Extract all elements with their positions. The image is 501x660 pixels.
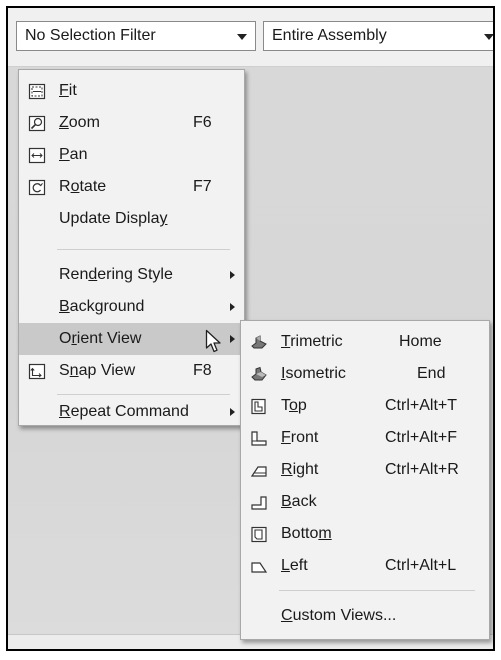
submenu-item-shortcut: Ctrl+Alt+L [385, 557, 457, 574]
menu-item-zoom[interactable]: Zoom F6 [19, 107, 244, 139]
submenu-item-label: Front [281, 429, 319, 446]
menu-item-shortcut: F7 [193, 178, 212, 195]
fit-icon [28, 83, 46, 100]
left-view-icon [250, 558, 268, 575]
bottom-view-icon [250, 526, 268, 543]
menu-item-repeat-command[interactable]: Repeat Command [19, 396, 244, 428]
submenu-item-front[interactable]: Front Ctrl+Alt+F [241, 422, 489, 454]
back-view-icon [250, 494, 268, 511]
menu-item-shortcut: F6 [193, 114, 212, 131]
submenu-item-label: Bottom [281, 525, 332, 542]
submenu-item-bottom[interactable]: Bottom [241, 518, 489, 550]
menu-item-background[interactable]: Background [19, 291, 244, 323]
submenu-item-shortcut: Ctrl+Alt+R [385, 461, 459, 478]
selection-filter-dropdown[interactable]: No Selection Filter [16, 21, 256, 51]
zoom-icon [28, 115, 46, 132]
submenu-arrow-icon [230, 271, 235, 279]
submenu-arrow-icon [230, 335, 235, 343]
menu-item-label: Fit [59, 82, 77, 99]
menu-separator [57, 249, 230, 250]
menu-item-label: Repeat Command [59, 403, 189, 420]
submenu-item-label: Isometric [281, 365, 346, 382]
front-view-icon [250, 430, 268, 447]
submenu-item-left[interactable]: Left Ctrl+Alt+L [241, 550, 489, 582]
right-view-icon [250, 462, 268, 479]
selection-toolbar: No Selection Filter Entire Assembly [8, 8, 493, 67]
menu-item-label: Zoom [59, 114, 100, 131]
menu-item-rotate[interactable]: Rotate F7 [19, 171, 244, 203]
menu-item-shortcut: F8 [193, 362, 212, 379]
menu-item-update-display[interactable]: Update Display [19, 203, 244, 235]
submenu-item-shortcut: End [417, 365, 446, 382]
selection-filter-value: No Selection Filter [25, 27, 156, 44]
menu-item-rendering-style[interactable]: Rendering Style [19, 259, 244, 291]
orient-view-submenu: Trimetric Home Isometric End Top Ctrl+Al [240, 320, 490, 640]
submenu-arrow-icon [230, 408, 235, 416]
mouse-pointer-icon [205, 329, 225, 355]
menu-separator [279, 590, 475, 591]
menu-item-pan[interactable]: Pan [19, 139, 244, 171]
submenu-item-label: Trimetric [281, 333, 343, 350]
submenu-item-label: Back [281, 493, 317, 510]
assembly-scope-dropdown[interactable]: Entire Assembly [263, 21, 493, 51]
trimetric-icon [250, 334, 268, 351]
snap-view-icon [28, 363, 46, 380]
submenu-item-shortcut: Ctrl+Alt+T [385, 397, 458, 414]
assembly-scope-value: Entire Assembly [272, 27, 387, 44]
submenu-item-label: Top [281, 397, 307, 414]
isometric-icon [250, 366, 268, 383]
submenu-item-shortcut: Ctrl+Alt+F [385, 429, 458, 446]
menu-separator [57, 394, 230, 395]
submenu-item-label: Left [281, 557, 308, 574]
submenu-item-shortcut: Home [399, 333, 442, 350]
menu-item-label: Snap View [59, 362, 136, 379]
pan-icon [28, 147, 46, 164]
submenu-item-top[interactable]: Top Ctrl+Alt+T [241, 390, 489, 422]
chevron-down-icon[interactable] [484, 34, 493, 40]
submenu-item-label: Custom Views... [281, 607, 397, 624]
submenu-item-trimetric[interactable]: Trimetric Home [241, 326, 489, 358]
chevron-down-icon[interactable] [237, 34, 247, 40]
menu-item-label: Rendering Style [59, 266, 173, 283]
menu-item-snap-view[interactable]: Snap View F8 [19, 355, 244, 387]
top-view-icon [250, 398, 268, 415]
menu-item-label: Orient View [59, 330, 142, 347]
submenu-item-right[interactable]: Right Ctrl+Alt+R [241, 454, 489, 486]
submenu-item-back[interactable]: Back [241, 486, 489, 518]
menu-item-label: Pan [59, 146, 88, 163]
menu-item-label: Rotate [59, 178, 107, 195]
submenu-item-isometric[interactable]: Isometric End [241, 358, 489, 390]
submenu-arrow-icon [230, 303, 235, 311]
rotate-icon [28, 179, 46, 196]
menu-item-label: Background [59, 298, 145, 315]
submenu-item-custom-views[interactable]: Custom Views... [241, 600, 489, 632]
menu-item-fit[interactable]: Fit [19, 75, 244, 107]
menu-item-label: Update Display [59, 210, 168, 227]
graphics-window: No Selection Filter Entire Assembly Fit [6, 6, 495, 651]
view-popup-menu: Fit Zoom F6 Pan Rotate F7 Update Display… [18, 69, 245, 426]
submenu-item-label: Right [281, 461, 319, 478]
